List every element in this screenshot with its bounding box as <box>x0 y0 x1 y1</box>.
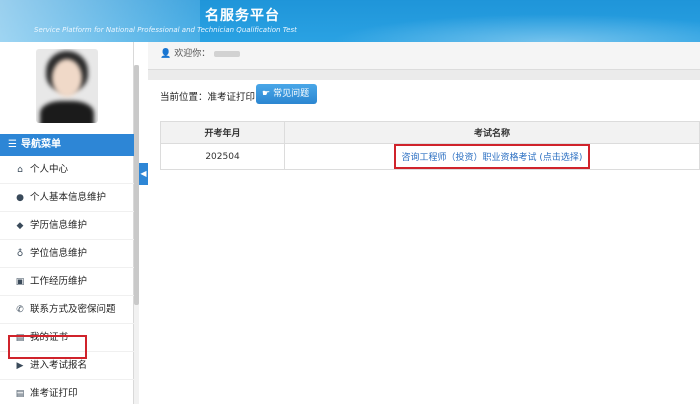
nav-list: ⌂ 个人中心 ● 个人基本信息维护 ◆ 学历信息维护 ♁ 学位信息维护 ▣ 工作经历维护 … <box>0 156 134 404</box>
sidebar-item-label: 学历信息维护 <box>30 220 88 231</box>
sidebar-item-label: 工作经历维护 <box>30 276 88 287</box>
sidebar-item-label: 个人中心 <box>30 164 69 175</box>
user-icon: ● <box>16 193 24 203</box>
sidebar-item-education[interactable]: ◆ 学历信息维护 <box>0 212 134 240</box>
site-subtitle: Service Platform for National Profession… <box>34 26 297 34</box>
sidebar-scrollbar[interactable] <box>134 65 139 404</box>
medal-icon: ♁ <box>16 249 24 259</box>
header-logo-blurred <box>0 0 200 42</box>
faq-button[interactable]: ☛ 常见问题 <box>256 84 318 104</box>
sidebar-item-label: 个人基本信息维护 <box>30 192 107 203</box>
exam-select-link[interactable]: 咨询工程师（投资）职业资格考试 (点击选择) <box>393 144 591 169</box>
nav-menu-title: 导航菜单 <box>20 139 61 150</box>
table-header-row: 开考年月 考试名称 <box>160 121 700 144</box>
user-icon: 👤 <box>160 49 172 59</box>
hamburger-icon: ☰ <box>8 139 17 150</box>
home-icon: ⌂ <box>17 165 23 175</box>
content-panel: 当前位置：准考证打印 ☛ 常见问题 开考年月 考试名称 202504 咨询工程师（… <box>148 80 700 404</box>
collapse-sidebar-button[interactable]: ◀ <box>139 163 148 185</box>
welcome-label: 欢迎你： <box>174 49 211 59</box>
site-title: 名服务平台 <box>205 8 280 24</box>
sidebar-item-personal-center[interactable]: ⌂ 个人中心 <box>0 156 134 184</box>
avatar <box>36 49 98 123</box>
column-header-exam-name: 考试名称 <box>284 121 700 144</box>
sidebar-item-label: 联系方式及密保问题 <box>30 304 116 315</box>
exam-table: 开考年月 考试名称 202504 咨询工程师（投资）职业资格考试 (点击选择) <box>160 121 700 170</box>
welcome-bar: 👤 欢迎你： <box>148 42 700 70</box>
sidebar-item-work-history[interactable]: ▣ 工作经历维护 <box>0 268 134 296</box>
nav-menu-header[interactable]: ☰ 导航菜单 <box>0 134 134 156</box>
cell-exam-name: 咨询工程师（投资）职业资格考试 (点击选择) <box>284 143 700 170</box>
header-decoration <box>330 14 700 42</box>
chevron-left-icon: ◀ <box>140 169 147 178</box>
scrollbar-thumb[interactable] <box>134 65 139 305</box>
sidebar-item-label: 学位信息维护 <box>30 248 88 259</box>
sidebar-item-basic-info[interactable]: ● 个人基本信息维护 <box>0 184 134 212</box>
user-name-redacted <box>214 50 241 57</box>
briefcase-icon: ▣ <box>15 277 25 287</box>
sidebar-item-label: 准考证打印 <box>30 388 78 399</box>
highlight-box-sidebar <box>8 335 87 359</box>
graduation-cap-icon: ◆ <box>16 221 24 231</box>
sidebar-item-degree[interactable]: ♁ 学位信息维护 <box>0 240 134 268</box>
table-row: 202504 咨询工程师（投资）职业资格考试 (点击选择) <box>160 143 700 170</box>
pointing-hand-icon: ☛ <box>262 89 271 99</box>
faq-button-label: 常见问题 <box>273 89 310 99</box>
phone-icon: ✆ <box>16 305 24 315</box>
breadcrumb: 当前位置：准考证打印 <box>160 92 256 103</box>
print-icon: ▤ <box>15 389 25 399</box>
site-header: 名服务平台 Service Platform for National Prof… <box>0 0 700 42</box>
sidebar-item-admission-ticket-print[interactable]: ▤ 准考证打印 <box>0 380 134 404</box>
sidebar-item-contact-security[interactable]: ✆ 联系方式及密保问题 <box>0 296 134 324</box>
column-header-year-month: 开考年月 <box>160 121 285 144</box>
cell-year-month: 202504 <box>160 143 285 170</box>
avatar-container <box>0 42 134 130</box>
sidebar-item-label: 进入考试报名 <box>30 360 88 371</box>
main-area: 👤 欢迎你： 当前位置：准考证打印 ☛ 常见问题 开考年月 考试名称 202504 … <box>148 42 700 404</box>
